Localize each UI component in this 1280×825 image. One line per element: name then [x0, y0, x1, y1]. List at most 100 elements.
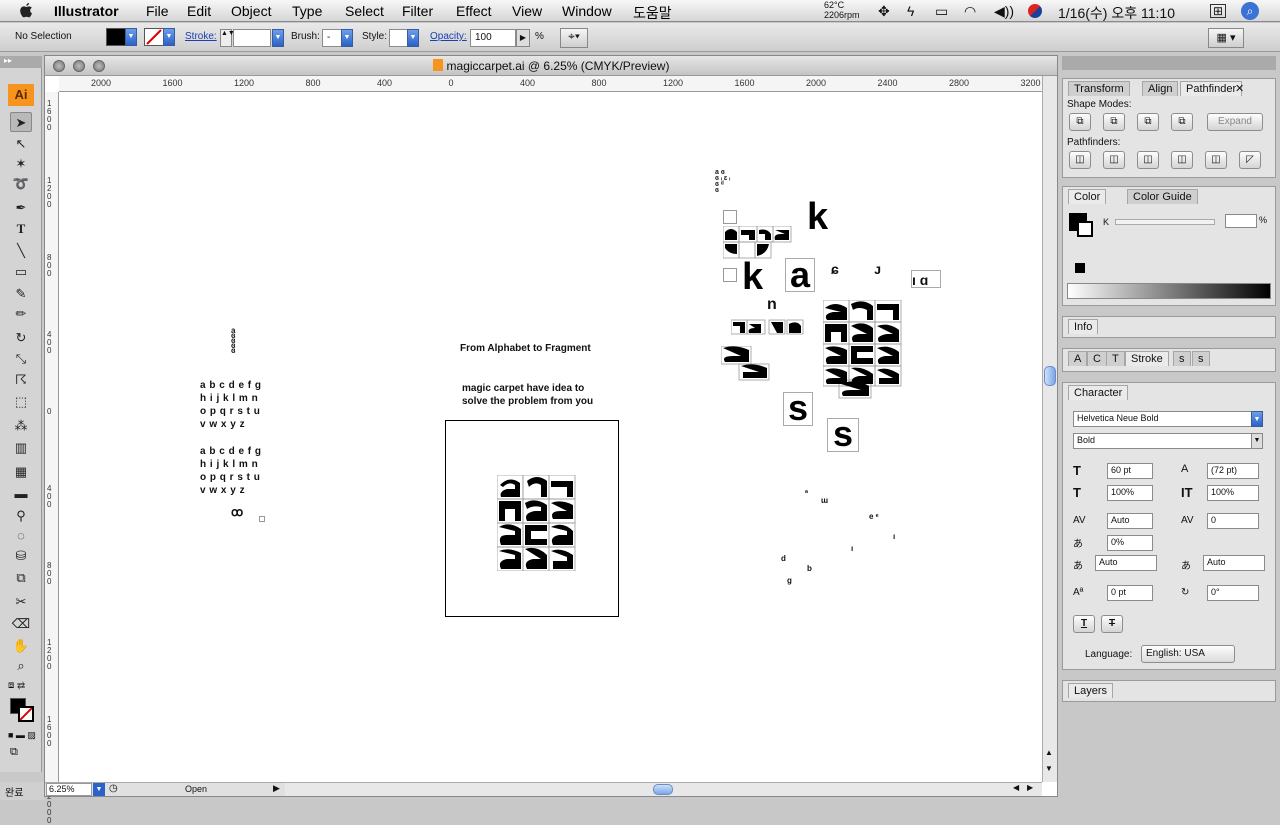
big-letter-s[interactable]: s	[783, 390, 813, 426]
status-icon[interactable]: ◷	[109, 783, 118, 794]
menu-file[interactable]: File	[146, 3, 169, 19]
hand-tool[interactable]: ✋	[10, 636, 32, 656]
minus-back-icon[interactable]: ◸	[1239, 151, 1261, 169]
slice-tool[interactable]: ✂	[10, 592, 32, 612]
opacity-field[interactable]: 100	[470, 29, 516, 47]
default-colors-icon[interactable]: ⧈ ⇄	[8, 680, 25, 691]
volume-icon[interactable]: ◀))	[994, 3, 1014, 20]
scroll-up-arrow[interactable]: ▲	[1045, 748, 1053, 757]
scattered-fragments[interactable]: ɯ	[821, 496, 828, 505]
heading-text[interactable]: From Alphabet to Fragment	[460, 343, 591, 354]
big-letter-k[interactable]: k	[807, 198, 828, 236]
selection-tool[interactable]: ➤	[10, 112, 32, 132]
anchor-point-box[interactable]	[259, 516, 265, 522]
tiny-fragment-cluster[interactable]: a ɞɞ ᵢ ɛ ᵢɞ ᵈɞ	[715, 169, 759, 202]
pen-tool[interactable]: ✒	[10, 198, 32, 218]
tab-s-mini[interactable]: s	[1173, 351, 1191, 366]
fragment-piece[interactable]: ᴊ	[874, 262, 888, 276]
scale-tool[interactable]: ⤡	[10, 349, 32, 369]
style-dropdown[interactable]: ▼	[407, 29, 419, 47]
tab-align[interactable]: Align	[1142, 81, 1179, 96]
subtitle-text[interactable]: magic carpet have idea to solve the prob…	[462, 382, 593, 408]
kerning-field[interactable]: Auto	[1107, 513, 1153, 529]
apple-icon[interactable]	[18, 2, 34, 19]
leading-field[interactable]: (72 pt)	[1207, 463, 1259, 479]
mesh-tool[interactable]: ▦	[10, 462, 32, 482]
panel-menu-icon[interactable]: ▦ ▾	[1208, 28, 1244, 48]
horizontal-scale-field[interactable]: 100%	[1107, 485, 1153, 501]
big-letter-a[interactable]: a	[785, 257, 815, 293]
tab-pathfinder[interactable]: Pathfinder	[1180, 81, 1243, 96]
tab-info[interactable]: Info	[1068, 319, 1099, 334]
font-family-field[interactable]: Helvetica Neue Bold	[1073, 411, 1257, 427]
rectangle-tool[interactable]: ▭	[10, 262, 32, 282]
color-mode-icons[interactable]: ■ ▬ ▨	[8, 730, 36, 741]
horizontal-ruler[interactable]: 2000 1600 1200 800 400 0 400 800 1200 1600 2000 240…	[59, 76, 1042, 92]
direct-selection-tool[interactable]: ↖	[10, 134, 32, 154]
display-icon[interactable]: ▭	[935, 3, 948, 20]
free-transform-tool[interactable]: ⬚	[10, 392, 32, 412]
aki-left-field[interactable]: Auto	[1095, 555, 1157, 571]
fill-dropdown[interactable]: ▼	[125, 28, 137, 46]
zoom-field[interactable]: 6.25%	[46, 783, 92, 796]
gradient-tool[interactable]: ▬	[10, 484, 32, 504]
menu-object[interactable]: Object	[231, 3, 271, 19]
column-graph-tool[interactable]: ▥	[10, 438, 32, 458]
vertical-ruler[interactable]: 1600 1200 800 400 0 400 800 1200 1600 2000	[45, 92, 59, 825]
scattered-fragments[interactable]: g	[787, 576, 792, 585]
menu-filter[interactable]: Filter	[402, 3, 433, 19]
tab-t-mini[interactable]: T	[1106, 351, 1125, 366]
scattered-fragments[interactable]: b	[807, 564, 812, 573]
font-family-dropdown[interactable]: ▼	[1251, 411, 1263, 427]
scattered-fragments[interactable]: d	[781, 554, 786, 563]
menu-help[interactable]: 도움말	[633, 3, 672, 23]
font-style-field[interactable]: Bold	[1073, 433, 1257, 449]
scattered-fragments[interactable]: ᵃ	[805, 488, 808, 497]
zoom-tool[interactable]: ⌕	[10, 656, 32, 676]
scroll-right-arrow[interactable]: ▶	[1027, 783, 1033, 792]
blend-tool[interactable]: ◌	[10, 526, 32, 546]
fragment-piece[interactable]: ı ɑ	[911, 270, 941, 288]
artboard-canvas[interactable]: aɞɞɞɞ a b c d e f g h i j k l m n o p q …	[59, 92, 1042, 782]
tracking-field[interactable]: 0	[1207, 513, 1259, 529]
tab-c-mini[interactable]: C	[1087, 351, 1107, 366]
big-letter-s[interactable]: s	[827, 416, 859, 452]
fragment-cell[interactable]	[723, 268, 737, 282]
k-value-field[interactable]	[1225, 214, 1257, 228]
stroke-color-swatch[interactable]	[1077, 221, 1093, 237]
alphabet-block-1[interactable]: a b c d e f g h i j k l m n o p q r s t …	[200, 379, 262, 431]
wifi-icon[interactable]: ◠	[964, 3, 976, 20]
small-fragment-cluster[interactable]: ꝏ	[231, 506, 249, 518]
scattered-fragments[interactable]: ı	[893, 532, 895, 541]
toolbox-collapse-icon[interactable]: ▸▸	[0, 56, 42, 68]
unite-icon[interactable]: ⧉	[1069, 113, 1091, 131]
opacity-label[interactable]: Opacity:	[430, 31, 467, 42]
select-similar-icon[interactable]: ⌖▾	[560, 28, 588, 48]
warp-tool[interactable]: ☈	[10, 370, 32, 390]
spotlight-search-icon[interactable]: ⌕	[1241, 2, 1259, 20]
scroll-left-arrow[interactable]: ◀	[1013, 783, 1019, 792]
fill-swatch[interactable]	[106, 28, 126, 46]
zoom-window-button[interactable]	[93, 60, 105, 72]
type-tool[interactable]: T	[10, 219, 32, 239]
style-field[interactable]	[389, 29, 409, 47]
tab-align-mini[interactable]: A	[1068, 351, 1088, 366]
stroke-weight-field[interactable]	[233, 29, 271, 47]
menu-select[interactable]: Select	[345, 3, 384, 19]
menubar-clock[interactable]: 1/16(수) 오후 11:10	[1058, 3, 1175, 23]
divide-icon[interactable]: ◫	[1069, 151, 1091, 169]
expand-button[interactable]: Expand	[1207, 113, 1263, 131]
character-rotation-field[interactable]: 0°	[1207, 585, 1259, 601]
brush-dropdown[interactable]: ▼	[341, 29, 353, 47]
lasso-tool[interactable]: ➰	[10, 174, 32, 194]
scroll-down-arrow[interactable]: ▼	[1045, 764, 1053, 773]
paintbrush-tool[interactable]: ✎	[10, 284, 32, 304]
bluetooth-icon[interactable]: ϟ	[907, 3, 914, 19]
rotate-tool[interactable]: ↻	[10, 328, 32, 348]
baseline-shift-field[interactable]: 0 pt	[1107, 585, 1153, 601]
alphabet-block-2[interactable]: a b c d e f g h i j k l m n o p q r s t …	[200, 445, 262, 497]
magic-wand-tool[interactable]: ✶	[10, 154, 32, 174]
symbol-sprayer-tool[interactable]: ⁂	[10, 416, 32, 436]
menu-window[interactable]: Window	[562, 3, 612, 19]
menu-type[interactable]: Type	[292, 3, 322, 19]
